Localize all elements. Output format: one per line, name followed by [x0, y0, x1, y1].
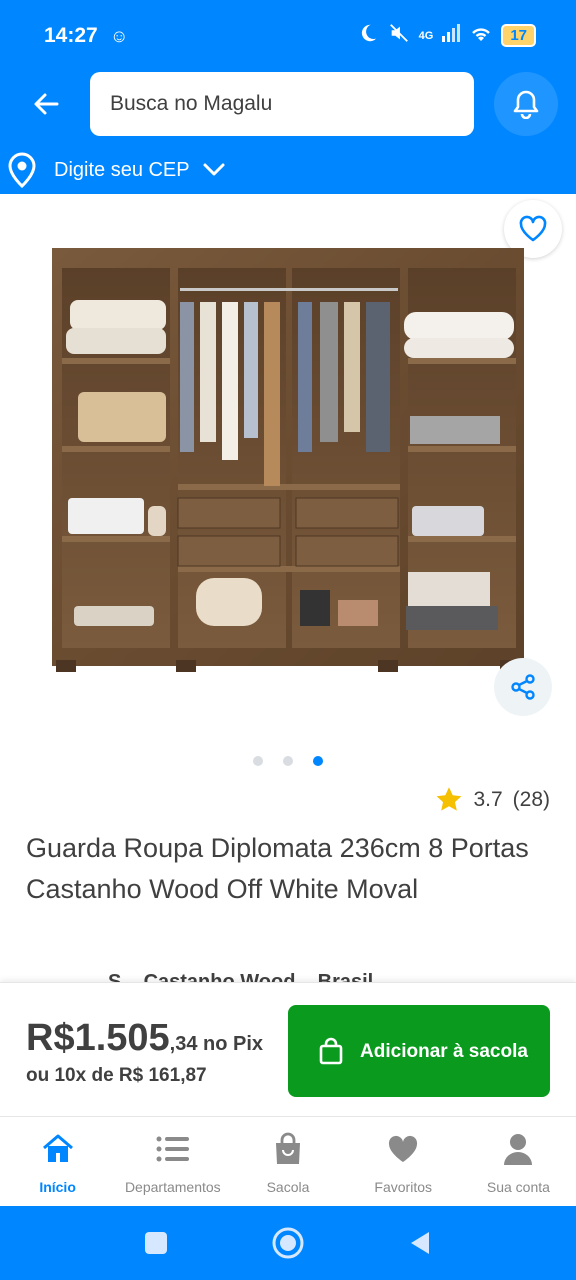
user-icon — [502, 1131, 534, 1167]
wifi-icon — [469, 23, 493, 48]
nav-item-inicio[interactable]: Início — [0, 1117, 115, 1206]
notification-face-icon: ☺ — [110, 26, 129, 46]
cep-selector[interactable]: Digite seu CEP — [6, 150, 226, 190]
price-cents: ,34 — [169, 1033, 198, 1055]
back-button[interactable] — [26, 84, 66, 124]
chevron-down-icon — [203, 163, 225, 176]
product-rating[interactable]: 3.7 (28) — [435, 786, 550, 813]
system-navigation-bar — [0, 1206, 576, 1280]
status-time: 14:27 — [44, 24, 98, 47]
battery-indicator: 17 — [501, 24, 536, 47]
product-title: Guarda Roupa Diplomata 236cm 8 Portas Ca… — [26, 833, 529, 904]
back-arrow-icon — [34, 93, 59, 115]
status-icons: 4G 17 — [357, 22, 536, 49]
nav-item-departamentos[interactable]: Departamentos — [115, 1117, 230, 1206]
nav-label: Favoritos — [374, 1179, 432, 1195]
add-to-bag-button[interactable]: Adicionar à sacola — [288, 1005, 550, 1097]
heart-outline-icon — [519, 215, 547, 242]
mute-icon — [387, 22, 411, 49]
moon-icon — [357, 22, 379, 49]
location-pin-icon — [8, 152, 36, 188]
status-bar: 14:27 ☺ 4G 17 — [0, 0, 576, 72]
shopping-bag-icon — [319, 1037, 343, 1065]
carousel-dot[interactable] — [253, 756, 263, 766]
share-button[interactable] — [494, 658, 552, 716]
product-image[interactable] — [50, 240, 526, 680]
share-icon — [511, 674, 535, 700]
add-to-bag-label: Adicionar à sacola — [360, 1040, 528, 1062]
nav-label: Departamentos — [124, 1179, 221, 1195]
triangle-back-icon — [411, 1232, 429, 1254]
rating-value: 3.7 — [473, 787, 503, 811]
pix-label: no Pix — [197, 1033, 264, 1055]
price-line: R$1.505,34 no Pix — [26, 1017, 263, 1060]
home-icon — [41, 1131, 75, 1167]
search-input[interactable]: Busca no Magalu — [90, 72, 474, 136]
nav-item-favoritos[interactable]: Favoritos — [346, 1117, 461, 1206]
partially-hidden-text: S... Castanho Wood... Brasil... — [108, 971, 390, 982]
carousel-indicator — [0, 756, 576, 766]
carousel-dot[interactable] — [283, 756, 293, 766]
rating-count: (28) — [512, 787, 550, 811]
price-main: R$1.505 — [26, 1017, 170, 1059]
home-system-button[interactable] — [268, 1223, 308, 1263]
star-icon — [437, 787, 462, 811]
square-icon — [145, 1232, 167, 1254]
price-bar: R$1.505,34 no Pix ou 10x de R$ 161,87 Ad… — [0, 982, 576, 1116]
circle-icon — [272, 1227, 304, 1259]
menu-list-icon — [156, 1131, 190, 1167]
notifications-button[interactable] — [494, 72, 558, 136]
heart-icon — [387, 1131, 419, 1167]
nav-label: Sacola — [266, 1179, 310, 1195]
installments-text: ou 10x de R$ 161,87 — [26, 1065, 207, 1086]
recent-apps-button[interactable] — [136, 1223, 176, 1263]
bell-icon — [513, 90, 539, 119]
network-type: 4G — [418, 29, 434, 42]
bag-icon — [273, 1131, 303, 1167]
nav-item-sua-conta[interactable]: Sua conta — [461, 1117, 576, 1206]
nav-label: Sua conta — [486, 1179, 550, 1195]
bottom-navigation: Início Departamentos Sacola Favoritos Su… — [0, 1116, 576, 1206]
nav-label: Início — [39, 1179, 76, 1195]
nav-item-sacola[interactable]: Sacola — [230, 1117, 345, 1206]
signal-icon — [441, 23, 461, 48]
carousel-dot-active[interactable] — [313, 756, 323, 766]
back-system-button[interactable] — [400, 1223, 440, 1263]
cep-label: Digite seu CEP — [54, 158, 190, 181]
